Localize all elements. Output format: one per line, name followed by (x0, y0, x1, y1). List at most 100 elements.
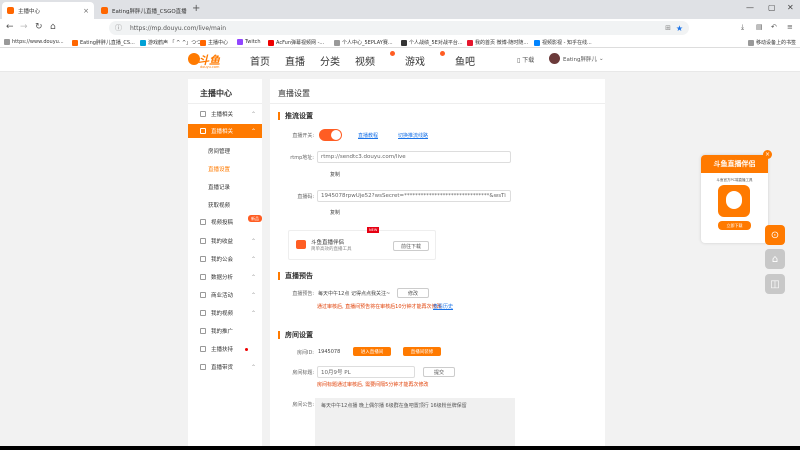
forward-icon[interactable]: → (20, 22, 28, 32)
chevron-up-icon: ⌃ (250, 291, 256, 299)
browser-tab[interactable]: Eating胖胖儿直播_CSGO直播 × (96, 2, 188, 19)
close-window-icon[interactable]: ✕ (787, 3, 794, 12)
download-link[interactable]: ▯ 下载 (517, 55, 534, 64)
nav-game[interactable]: 游戏 (405, 51, 445, 68)
bookmark-label: https://www.douyu... (12, 39, 64, 45)
bookmark-item[interactable]: 视频影视 - 知乎在线... (534, 39, 592, 46)
home-icon[interactable]: ⌂ (50, 22, 56, 32)
room-title-field[interactable]: 10月9号 PL (317, 366, 415, 378)
bookmark-item[interactable]: 个人中心_5EPLAY赛... (334, 39, 393, 46)
tab-label: 主播中心 (18, 8, 41, 15)
sidebar-item-income[interactable]: 我的收益 ⌃ (188, 234, 262, 248)
nav-video[interactable]: 视频 (355, 51, 395, 68)
5e-icon (401, 39, 407, 46)
page-title: 直播设置 (278, 89, 310, 98)
sidebar-subitem-room[interactable]: 房间管理 (208, 147, 230, 155)
bookmarks-bar: https://www.douyu... Eating胖胖儿直播_CS... 游… (0, 37, 800, 48)
chevron-up-icon: ⌃ (250, 255, 256, 263)
home-float-icon[interactable]: ⌂ (765, 249, 785, 269)
new-tab-icon[interactable]: + (192, 3, 200, 14)
view-history-link[interactable]: 查看历史 (433, 303, 453, 310)
close-tab-icon[interactable]: × (79, 7, 89, 15)
menu-icon[interactable]: ≡ (787, 23, 793, 31)
bookmark-item[interactable]: https://www.douyu... (4, 39, 64, 45)
bookmark-item[interactable]: 个人战绩_5E对战平台... (401, 39, 463, 46)
stream-code-field[interactable]: 1945078rpwUje52?wsSecret=***************… (317, 190, 511, 202)
sidebar-subitem-video[interactable]: 获取视频 (208, 201, 230, 209)
live-switch-toggle[interactable] (319, 129, 342, 141)
bookmark-item[interactable]: 主播中心 (200, 39, 228, 46)
bookmark-label: AcFun弹幕视频网 -... (276, 40, 325, 46)
decorate-room-button[interactable]: 直播间装修 (403, 347, 441, 356)
bookmark-star-icon[interactable]: ★ (676, 24, 683, 33)
sidebar-item-analytics[interactable]: 数据分析 ⌃ (188, 270, 262, 284)
sidebar-item-label: 商业活动 (211, 293, 234, 299)
announcement-textarea[interactable]: 每天中午12点播 晚上偶尔播 6级群在鱼吧置顶行 16级粉丝牌保留 (315, 398, 515, 450)
user-menu[interactable]: Eating胖胖儿 ⌄ (549, 53, 604, 64)
nav-fishbar[interactable]: 鱼吧 (455, 53, 475, 68)
close-tab-icon[interactable]: × (187, 7, 188, 15)
companion-promo-card: NEW 斗鱼直播伴侣 简单高效的直播工具 前往下载 (288, 227, 436, 260)
companion-ad[interactable]: 斗鱼直播伴侣 斗鱼官方PC端直播工具 立即下载 (701, 155, 768, 243)
rtmp-address-field[interactable]: rtmp://sendtc3.douyu.com/live (317, 151, 511, 163)
back-icon[interactable]: ← (6, 22, 14, 32)
chart-icon (200, 274, 206, 280)
red-dot (245, 348, 248, 351)
toggle-knob (331, 130, 341, 140)
divider (188, 103, 262, 104)
extensions-icon[interactable]: ▤ (756, 23, 763, 31)
go-download-button[interactable]: 前往下载 (393, 241, 429, 251)
notice-label: 直播预告: (292, 291, 314, 297)
minimize-icon[interactable]: — (746, 3, 754, 12)
copy-rtmp-button[interactable]: 复制 (330, 171, 340, 178)
submit-title-button[interactable]: 提交 (423, 367, 455, 377)
douyu-logo[interactable]: 斗鱼 douyu.com (188, 51, 222, 69)
close-ad-icon[interactable]: × (763, 150, 772, 159)
bookmark-item[interactable]: AcFun弹幕视频网 -... (268, 39, 324, 46)
folder-icon (748, 39, 754, 46)
stream-code-value: 1945078rpwUje52?wsSecret=***************… (321, 193, 506, 199)
site-info-icon[interactable]: ⓘ (115, 23, 122, 33)
sidebar-subitem-settings[interactable]: 直播设置 (208, 165, 230, 173)
sidebar-item-guild[interactable]: 我的公会 ⌃ (188, 252, 262, 266)
record-icon[interactable]: ⊙ (765, 225, 785, 245)
bookmark-item[interactable]: 游戏鹤声 「 ^ ^」つつ... (140, 39, 206, 46)
nav-live[interactable]: 直播 (285, 53, 305, 68)
sidebar-item-anchor[interactable]: 主播相关 ⌃ (188, 107, 262, 121)
bookmark-item[interactable]: Eating胖胖儿直播_CS... (72, 39, 135, 46)
reload-icon[interactable]: ↻ (35, 22, 43, 32)
chevron-up-icon: ⌃ (250, 309, 256, 317)
copy-code-button[interactable]: 复制 (330, 209, 340, 216)
edit-notice-button[interactable]: 修改 (397, 288, 429, 298)
bag-icon (200, 364, 206, 370)
announce-label: 房间公告: (292, 402, 314, 408)
nav-home[interactable]: 首页 (250, 53, 270, 68)
gamepad-icon[interactable]: ◫ (765, 274, 785, 294)
sidebar-item-label: 主播相关 (211, 112, 234, 118)
translate-icon[interactable]: ⊞ (665, 24, 671, 32)
nav-category[interactable]: 分类 (320, 53, 340, 68)
maximize-icon[interactable]: ▢ (768, 3, 776, 12)
undo-icon[interactable]: ↶ (771, 23, 777, 31)
browser-tab-active[interactable]: 主播中心 × (2, 2, 94, 19)
tutorial-link[interactable]: 直播教程 (358, 132, 378, 139)
bookmark-item[interactable]: Twitch (237, 39, 261, 45)
sidebar-item-live[interactable]: 直播相关 ⌃ (188, 124, 262, 138)
download-icon[interactable]: ⤓ (741, 23, 744, 32)
url-text: https://mp.douyu.com/live/main (130, 24, 227, 32)
switch-line-link[interactable]: 切换推流线路 (398, 132, 428, 139)
ad-download-button[interactable]: 立即下载 (718, 221, 751, 230)
sidebar-item-promotion[interactable]: 我的推广 (188, 324, 262, 338)
coin-icon (200, 238, 206, 244)
douyu-favicon-icon (101, 7, 108, 14)
mobile-bookmarks[interactable]: 移动设备上的书签 (748, 39, 796, 46)
enter-room-button[interactable]: 进入直播间 (353, 347, 391, 356)
bookmark-item[interactable]: 我的首页 微博-随时随... (467, 39, 528, 46)
sidebar-item-support[interactable]: 主播扶持 (188, 342, 262, 356)
sidebar-item-my-videos[interactable]: 我的视频 ⌃ (188, 306, 262, 320)
address-bar[interactable]: ⓘ https://mp.douyu.com/live/main ⊞ ★ (109, 21, 689, 35)
sidebar-item-business[interactable]: 商业活动 ⌃ (188, 288, 262, 302)
sidebar-item-commerce[interactable]: 直播带货 ⌃ (188, 360, 262, 374)
sidebar-subitem-records[interactable]: 直播记录 (208, 183, 230, 191)
section-title-stream: 推流设置 (278, 112, 313, 120)
